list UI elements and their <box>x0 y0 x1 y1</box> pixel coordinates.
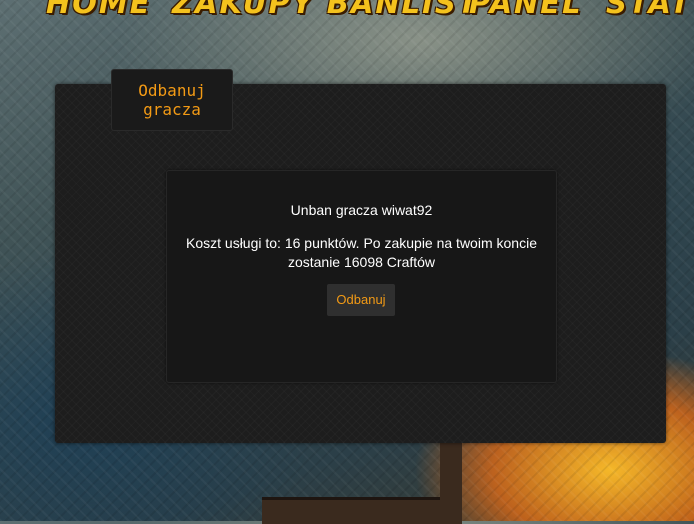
unban-card: Unban gracza wiwat92 Koszt usługi to: 16… <box>166 170 557 383</box>
background-decoration <box>262 497 462 524</box>
background-decoration-vertical <box>440 440 462 521</box>
card-title: Unban gracza wiwat92 <box>290 202 433 218</box>
tab-label-line2: gracza <box>143 100 201 119</box>
nav-item-zakupy-banlist[interactable]: ZAKUPY BANLIST <box>172 0 480 20</box>
nav-item-home[interactable]: HOME <box>46 0 152 20</box>
nav-item-panel[interactable]: PANEL <box>469 0 583 20</box>
nav-item-staty[interactable]: STATY <box>606 0 694 20</box>
unban-button[interactable]: Odbanuj <box>327 284 395 316</box>
top-navigation: HOME ZAKUPY BANLIST PANEL STATY <box>0 0 694 20</box>
card-description: Koszt usługi to: 16 punktów. Po zakupie … <box>186 235 537 270</box>
tab-label-line1: Odbanuj <box>138 81 206 100</box>
tab-odbanuj-gracza[interactable]: Odbanuj gracza <box>111 69 233 131</box>
